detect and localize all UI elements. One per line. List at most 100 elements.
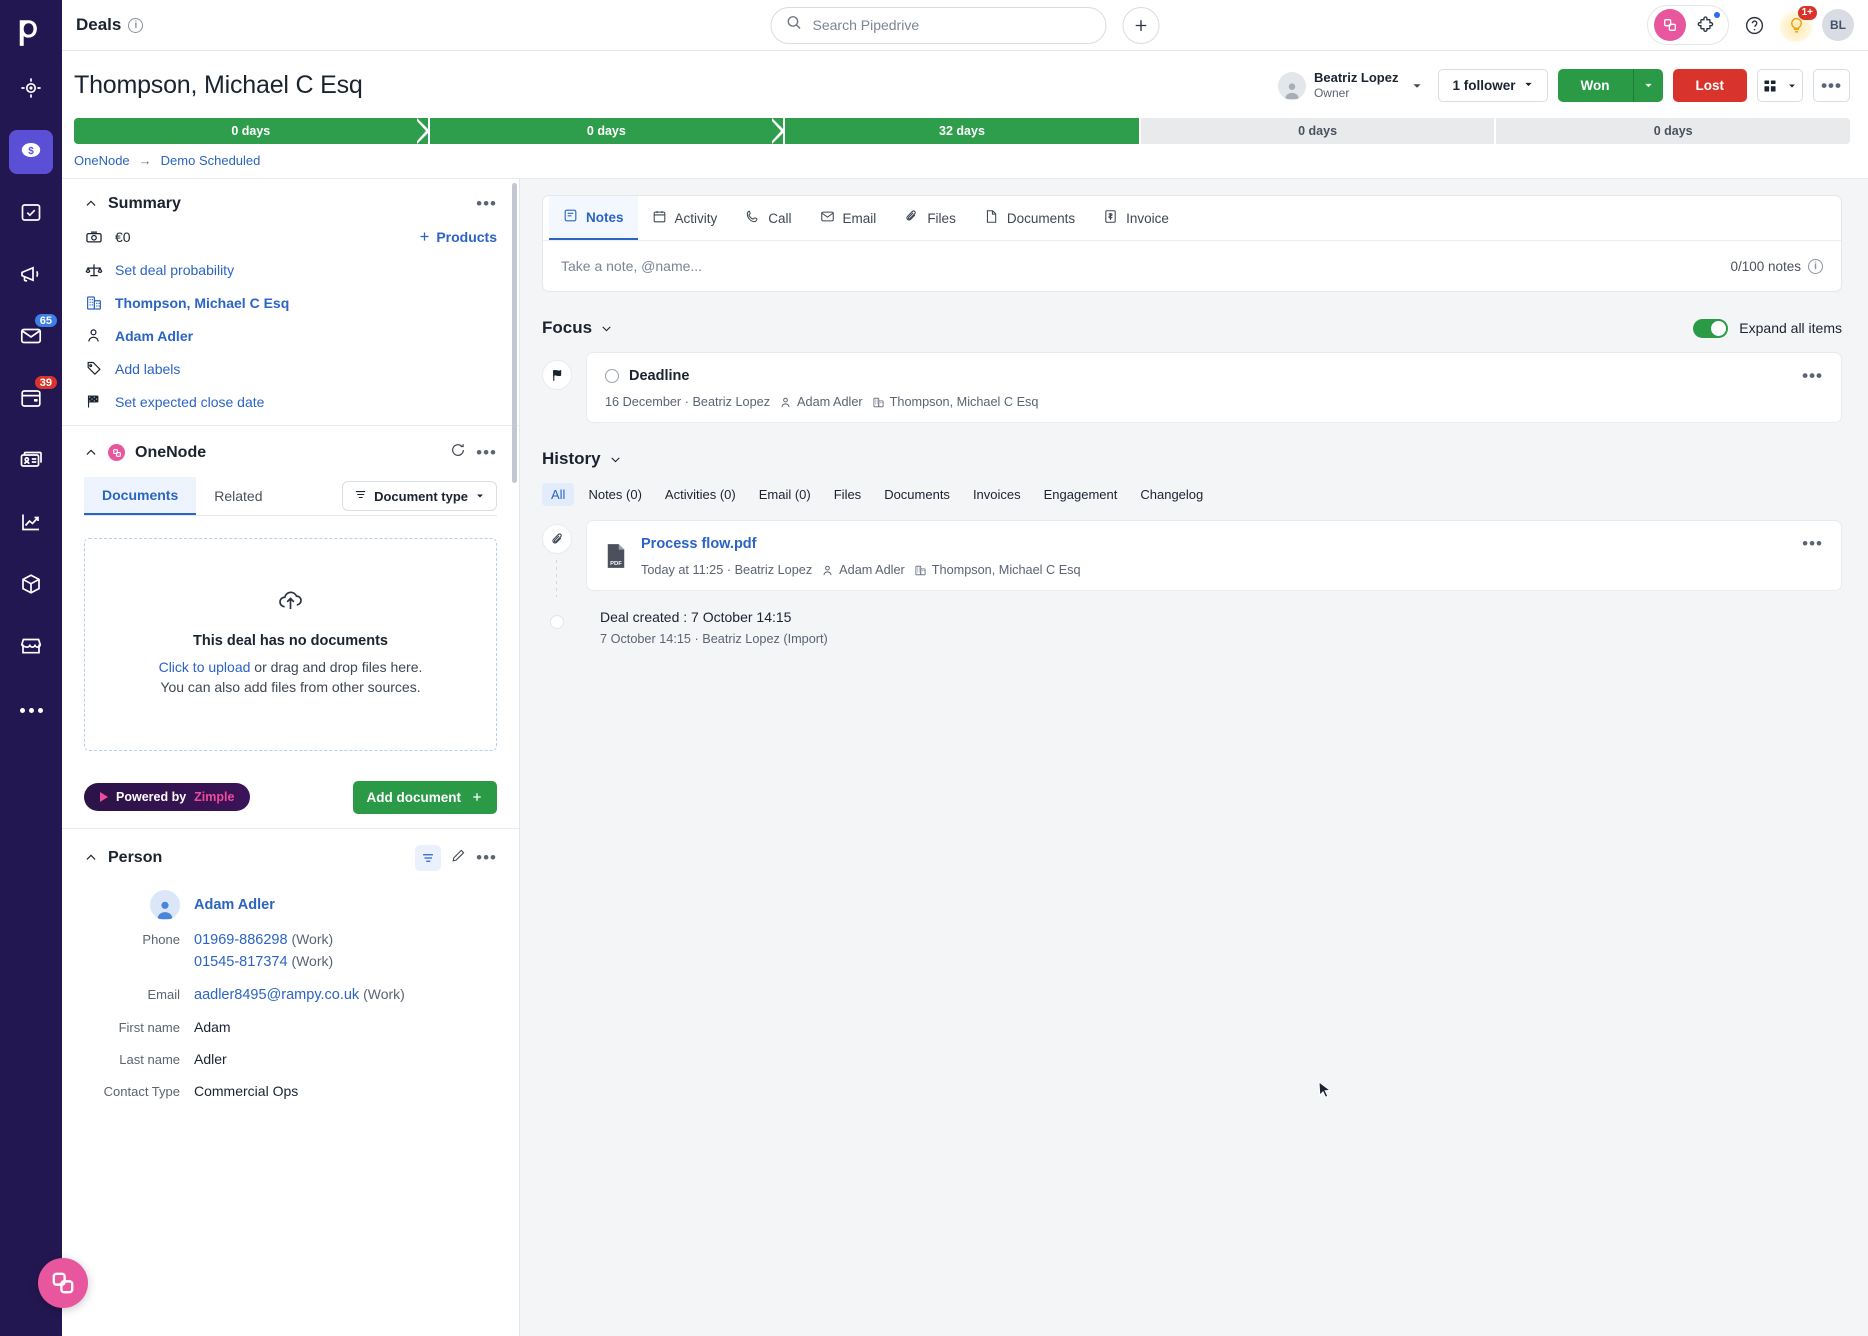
focus-card[interactable]: Deadline ••• 16 December · Beatriz Lopez… bbox=[586, 352, 1842, 423]
sidebar-item-marketplace[interactable] bbox=[9, 626, 53, 670]
sidebar-item-mail[interactable]: 65 bbox=[9, 312, 59, 360]
note-input[interactable] bbox=[561, 258, 1731, 274]
history-title-group[interactable]: History bbox=[542, 449, 622, 469]
sidebar-item-calendar[interactable]: 39 bbox=[9, 374, 59, 422]
sidebar-item-insights[interactable] bbox=[9, 502, 53, 546]
stage-5[interactable]: 0 days bbox=[1496, 118, 1850, 144]
layout-switch-button[interactable] bbox=[1757, 69, 1803, 102]
search-input[interactable] bbox=[812, 17, 1092, 33]
onenode-floating-button[interactable] bbox=[38, 1258, 88, 1308]
history-file-more-icon[interactable]: ••• bbox=[1802, 534, 1823, 554]
person-link[interactable]: Adam Adler bbox=[115, 328, 193, 344]
focus-person[interactable]: Adam Adler bbox=[779, 395, 863, 409]
refresh-icon[interactable] bbox=[450, 442, 466, 463]
sidebar-item-more[interactable] bbox=[9, 688, 53, 732]
add-labels-link[interactable]: Add labels bbox=[115, 361, 180, 377]
pipedrive-logo[interactable] bbox=[0, 8, 62, 56]
sidebar-item-products[interactable] bbox=[9, 564, 53, 608]
focus-title-group[interactable]: Focus bbox=[542, 318, 613, 338]
chevron-up-icon[interactable] bbox=[84, 446, 98, 460]
history-file-person[interactable]: Adam Adler bbox=[821, 563, 905, 577]
tab-invoice[interactable]: Invoice bbox=[1089, 197, 1183, 239]
followers-button[interactable]: 1 follower bbox=[1438, 69, 1548, 102]
sidebar-item-leads-inbox[interactable] bbox=[9, 68, 53, 112]
won-button[interactable]: Won bbox=[1557, 69, 1633, 102]
breadcrumb-pipeline[interactable]: OneNode bbox=[74, 153, 130, 168]
stage-4[interactable]: 0 days bbox=[1140, 118, 1495, 144]
phone-1-link[interactable]: 01969-886298 bbox=[194, 932, 288, 948]
stage-3[interactable]: 32 days bbox=[785, 118, 1139, 144]
quick-add-button[interactable] bbox=[1122, 6, 1160, 44]
info-icon[interactable]: i bbox=[128, 17, 144, 33]
organization-link[interactable]: Thompson, Michael C Esq bbox=[115, 295, 289, 311]
history-filter-invoices[interactable]: Invoices bbox=[964, 483, 1030, 506]
field-value[interactable]: Commercial Ops bbox=[194, 1083, 298, 1099]
summary-row-labels[interactable]: Add labels bbox=[84, 359, 497, 378]
tab-documents[interactable]: Documents bbox=[970, 197, 1089, 239]
onenode-more-icon[interactable]: ••• bbox=[476, 444, 497, 461]
chevron-up-icon[interactable] bbox=[84, 851, 98, 865]
summary-row-person[interactable]: Adam Adler bbox=[84, 326, 497, 345]
info-icon[interactable]: i bbox=[1808, 258, 1823, 274]
sidebar-item-deals[interactable]: $ bbox=[9, 130, 53, 174]
tab-documents[interactable]: Documents bbox=[84, 477, 197, 515]
expand-all-toggle[interactable] bbox=[1693, 318, 1729, 338]
chevron-up-icon[interactable] bbox=[84, 197, 98, 211]
won-dropdown-button[interactable] bbox=[1632, 69, 1663, 102]
history-file-name[interactable]: Process flow.pdf bbox=[641, 536, 756, 552]
powered-by-zimple-badge[interactable]: Powered by Zimple bbox=[84, 783, 251, 812]
history-filter-engagement[interactable]: Engagement bbox=[1035, 483, 1127, 506]
chevron-down-icon[interactable] bbox=[1406, 75, 1428, 97]
whats-new-button[interactable]: 1+ bbox=[1779, 6, 1817, 42]
tab-call[interactable]: Call bbox=[731, 197, 805, 239]
history-filter-email[interactable]: Email (0) bbox=[750, 483, 820, 506]
summary-row-close-date[interactable]: Set expected close date bbox=[84, 392, 497, 411]
person-edit-icon[interactable] bbox=[451, 848, 466, 868]
user-avatar[interactable]: BL bbox=[1822, 9, 1854, 41]
tab-files[interactable]: Files bbox=[890, 197, 970, 239]
focus-card-more-icon[interactable]: ••• bbox=[1802, 366, 1823, 386]
set-close-date-link[interactable]: Set expected close date bbox=[115, 394, 264, 410]
help-icon[interactable] bbox=[1738, 9, 1770, 41]
lost-button[interactable]: Lost bbox=[1672, 69, 1747, 102]
summary-more-icon[interactable]: ••• bbox=[476, 195, 497, 212]
history-file-card[interactable]: PDF Process flow.pdf ••• Today at 11:25 … bbox=[586, 520, 1842, 591]
integrations-puzzle-icon[interactable] bbox=[1690, 9, 1722, 41]
email-link[interactable]: aadler8495@rampy.co.uk bbox=[194, 987, 359, 1003]
left-panel-scrollbar[interactable] bbox=[512, 183, 517, 483]
sidebar-item-contacts[interactable] bbox=[9, 440, 53, 484]
breadcrumb-stage[interactable]: Demo Scheduled bbox=[161, 153, 261, 168]
summary-row-organization[interactable]: Thompson, Michael C Esq bbox=[84, 293, 497, 312]
stage-1[interactable]: 0 days bbox=[74, 118, 430, 144]
person-name-link[interactable]: Adam Adler bbox=[194, 897, 275, 913]
history-filter-files[interactable]: Files bbox=[825, 483, 870, 506]
person-more-icon[interactable]: ••• bbox=[476, 849, 497, 866]
click-to-upload-link[interactable]: Click to upload bbox=[159, 659, 251, 675]
tab-related[interactable]: Related bbox=[196, 478, 280, 514]
deal-owner[interactable]: Beatriz Lopez Owner bbox=[1277, 70, 1429, 101]
tab-notes[interactable]: Notes bbox=[549, 196, 638, 240]
history-file-org[interactable]: Thompson, Michael C Esq bbox=[914, 563, 1081, 577]
tab-email[interactable]: Email bbox=[806, 197, 891, 239]
stage-2[interactable]: 0 days bbox=[429, 118, 786, 144]
focus-org[interactable]: Thompson, Michael C Esq bbox=[872, 395, 1038, 409]
field-value[interactable]: Adler bbox=[194, 1051, 227, 1067]
add-document-button[interactable]: Add document bbox=[352, 780, 497, 814]
tab-activity[interactable]: Activity bbox=[638, 197, 732, 239]
sidebar-item-activities[interactable] bbox=[9, 192, 53, 236]
activity-checkbox[interactable] bbox=[605, 369, 619, 383]
field-value[interactable]: Adam bbox=[194, 1019, 231, 1035]
more-options-button[interactable]: ••• bbox=[1813, 69, 1850, 102]
phone-2-link[interactable]: 01545-817374 bbox=[194, 954, 288, 970]
history-filter-activities[interactable]: Activities (0) bbox=[656, 483, 745, 506]
add-products-button[interactable]: Products bbox=[418, 229, 497, 245]
summary-row-probability[interactable]: Set deal probability bbox=[84, 260, 497, 279]
history-filter-all[interactable]: All bbox=[542, 483, 575, 506]
history-filter-notes[interactable]: Notes (0) bbox=[579, 483, 650, 506]
person-filter-icon[interactable] bbox=[415, 844, 442, 871]
document-dropzone[interactable]: This deal has no documents Click to uplo… bbox=[84, 538, 497, 751]
sidebar-item-campaigns[interactable] bbox=[9, 254, 53, 298]
global-search[interactable] bbox=[770, 6, 1107, 44]
history-filter-changelog[interactable]: Changelog bbox=[1131, 483, 1212, 506]
history-filter-documents[interactable]: Documents bbox=[875, 483, 959, 506]
